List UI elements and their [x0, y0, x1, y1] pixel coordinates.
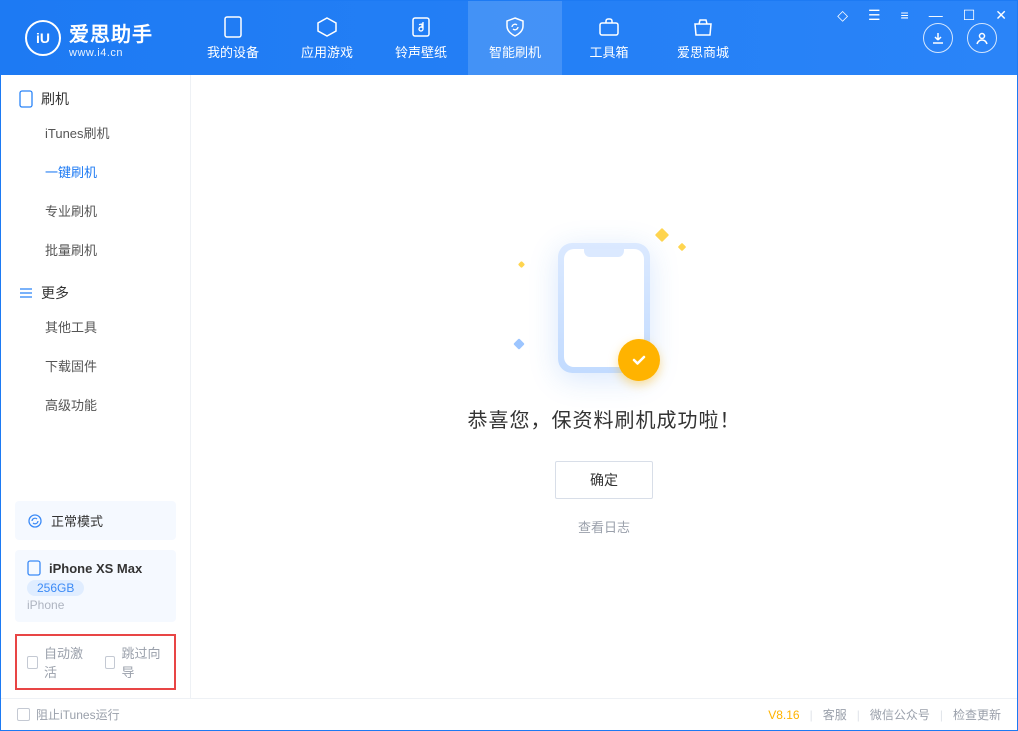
checkbox-auto-activate[interactable]: 自动激活 — [27, 643, 87, 681]
storage-badge: 256GB — [27, 580, 84, 596]
sidebar-item-batch-flash[interactable]: 批量刷机 — [1, 230, 190, 269]
tab-store[interactable]: 爱思商城 — [656, 1, 750, 75]
device-icon — [222, 16, 244, 38]
list-icon[interactable]: ≡ — [897, 5, 913, 26]
shield-refresh-icon — [504, 16, 526, 38]
sidebar-item-other-tools[interactable]: 其他工具 — [1, 307, 190, 346]
sparkle-icon — [655, 227, 669, 241]
sidebar-item-pro-flash[interactable]: 专业刷机 — [1, 191, 190, 230]
mode-label: 正常模式 — [51, 511, 103, 530]
options-checkbox-row: 自动激活 跳过向导 — [15, 634, 176, 690]
cube-icon — [316, 16, 338, 38]
checkbox-box — [105, 656, 116, 669]
minimize-icon[interactable]: — — [925, 5, 947, 26]
sidebar-item-itunes-flash[interactable]: iTunes刷机 — [1, 113, 190, 152]
tab-toolbox[interactable]: 工具箱 — [562, 1, 656, 75]
app-url: www.i4.cn — [69, 47, 153, 59]
maximize-icon[interactable]: ☐ — [959, 5, 980, 26]
tab-label: 爱思商城 — [677, 42, 729, 61]
checkmark-badge-icon — [618, 339, 660, 381]
version-label: V8.16 — [768, 708, 799, 722]
main-content: 恭喜您，保资料刷机成功啦！ 确定 查看日志 — [191, 75, 1017, 698]
sync-icon — [27, 513, 43, 529]
phone-small-icon — [27, 560, 41, 576]
view-log-link[interactable]: 查看日志 — [578, 517, 630, 536]
tab-label: 应用游戏 — [301, 42, 353, 61]
pin-icon[interactable]: ◇ — [833, 5, 852, 26]
device-panels: 正常模式 iPhone XS Max 256GB iPhone — [1, 493, 190, 634]
window-controls: ◇ ☰ ≡ — ☐ ✕ — [833, 5, 1011, 26]
statusbar: 阻止iTunes运行 V8.16 | 客服 | 微信公众号 | 检查更新 — [1, 698, 1017, 730]
tab-smart-flash[interactable]: 智能刷机 — [468, 1, 562, 75]
sidebar-section-head: 更多 — [19, 283, 190, 303]
checkbox-box — [27, 656, 38, 669]
checkbox-label: 自动激活 — [44, 643, 87, 681]
device-panel[interactable]: iPhone XS Max 256GB iPhone — [15, 550, 176, 622]
menu-icon[interactable]: ☰ — [864, 5, 885, 26]
success-message: 恭喜您，保资料刷机成功啦！ — [468, 404, 741, 433]
sparkle-icon — [678, 242, 686, 250]
sidebar-section-title: 刷机 — [41, 89, 69, 109]
checkbox-label: 阻止iTunes运行 — [36, 706, 120, 723]
main-tabs: 我的设备 应用游戏 铃声壁纸 智能刷机 工具箱 爱思商城 — [186, 1, 750, 75]
profile-button[interactable] — [967, 23, 997, 53]
music-note-icon — [410, 16, 432, 38]
sidebar-item-advanced[interactable]: 高级功能 — [1, 385, 190, 424]
logo-area: iU 爱思助手 www.i4.cn — [1, 1, 186, 75]
sidebar-section-flash: 刷机 — [1, 75, 190, 113]
tab-label: 工具箱 — [589, 42, 628, 61]
checkbox-skip-wizard[interactable]: 跳过向导 — [105, 643, 165, 681]
device-type: iPhone — [27, 598, 164, 612]
tab-ringtones[interactable]: 铃声壁纸 — [374, 1, 468, 75]
tab-label: 我的设备 — [207, 42, 259, 61]
checkbox-box — [17, 708, 30, 721]
device-name: iPhone XS Max — [49, 561, 142, 576]
checkbox-stop-itunes[interactable]: 阻止iTunes运行 — [17, 706, 120, 723]
tab-label: 铃声壁纸 — [395, 42, 447, 61]
list-lines-icon — [19, 287, 33, 299]
sparkle-icon — [513, 338, 524, 349]
body: 刷机 iTunes刷机 一键刷机 专业刷机 批量刷机 更多 其他工具 下载固件 … — [1, 75, 1017, 698]
footer-link-wechat[interactable]: 微信公众号 — [870, 706, 930, 723]
sparkle-icon — [518, 260, 525, 267]
shop-icon — [692, 16, 714, 38]
app-window: ◇ ☰ ≡ — ☐ ✕ iU 爱思助手 www.i4.cn 我的设备 应用游戏 — [0, 0, 1018, 731]
sidebar-item-one-click-flash[interactable]: 一键刷机 — [1, 152, 190, 191]
sidebar-section-head: 刷机 — [19, 89, 190, 109]
phone-frame-icon — [558, 243, 650, 373]
app-name: 爱思助手 — [69, 18, 153, 47]
logo-icon: iU — [25, 20, 61, 56]
sidebar-item-download-firmware[interactable]: 下载固件 — [1, 346, 190, 385]
sidebar: 刷机 iTunes刷机 一键刷机 专业刷机 批量刷机 更多 其他工具 下载固件 … — [1, 75, 191, 698]
phone-outline-icon — [19, 90, 33, 108]
mode-panel[interactable]: 正常模式 — [15, 501, 176, 540]
tab-label: 智能刷机 — [489, 42, 541, 61]
sidebar-section-title: 更多 — [41, 283, 69, 303]
success-illustration — [529, 238, 679, 378]
tab-my-device[interactable]: 我的设备 — [186, 1, 280, 75]
tab-apps-games[interactable]: 应用游戏 — [280, 1, 374, 75]
toolbox-icon — [598, 16, 620, 38]
footer-link-support[interactable]: 客服 — [823, 706, 847, 723]
footer-link-update[interactable]: 检查更新 — [953, 706, 1001, 723]
download-button[interactable] — [923, 23, 953, 53]
footer-right: V8.16 | 客服 | 微信公众号 | 检查更新 — [768, 706, 1001, 723]
checkbox-label: 跳过向导 — [121, 643, 164, 681]
sidebar-section-more: 更多 — [1, 269, 190, 307]
close-icon[interactable]: ✕ — [991, 5, 1011, 26]
ok-button[interactable]: 确定 — [555, 461, 653, 499]
